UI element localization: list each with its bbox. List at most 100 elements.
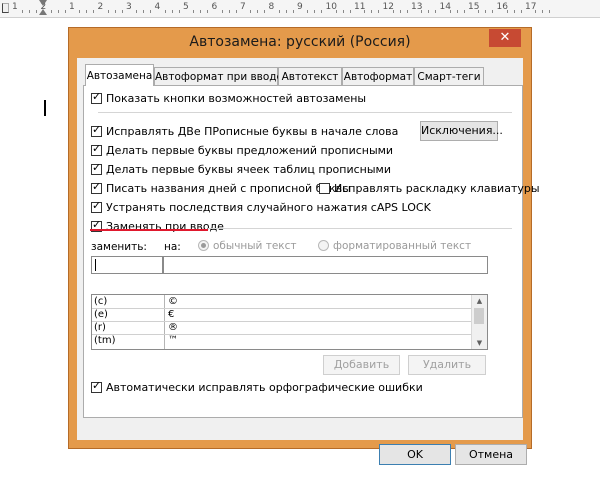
- checkbox-label: Автоматически исправлять орфографические…: [106, 381, 423, 394]
- tab-autotext[interactable]: Автотекст: [278, 67, 342, 85]
- radio-label: форматированный текст: [333, 240, 472, 252]
- ruler-tick: [485, 10, 487, 13]
- ruler-tick: [492, 10, 494, 13]
- ruler-number: 7: [240, 2, 246, 12]
- ruler-tick: [143, 10, 145, 13]
- replacement-list[interactable]: (c) © (e) € (r) ® (tm) ™ ▲ ▼: [91, 294, 488, 350]
- ruler-tick: [321, 10, 323, 13]
- divider: [208, 228, 512, 229]
- ok-button[interactable]: OK: [379, 444, 451, 465]
- checkbox-label: Устранять последствия случайного нажатия…: [106, 201, 431, 214]
- entry-to: ©: [168, 296, 178, 307]
- list-item[interactable]: (r) ®: [92, 321, 472, 335]
- ruler-tick: [285, 10, 287, 13]
- checkbox-label: Исправлять ДВе ПРописные буквы в начале …: [106, 125, 399, 138]
- ruler-tick: [335, 10, 337, 13]
- dialog-client: Автозамена Автоформат при вводе Автотекс…: [77, 58, 540, 465]
- ruler-tick: [178, 10, 180, 13]
- close-icon: ✕: [499, 30, 511, 45]
- checkbox-box: [91, 161, 102, 175]
- fix-keyboard-layout-checkbox[interactable]: Исправлять раскладку клавиатуры: [319, 182, 540, 195]
- capitalize-sentences-checkbox[interactable]: Делать первые буквы предложений прописны…: [91, 142, 394, 157]
- ruler-tick: [257, 10, 259, 13]
- checkbox-box: [91, 90, 102, 104]
- caps-lock-checkbox[interactable]: Устранять последствия случайного нажатия…: [91, 199, 431, 214]
- ruler-tick: [29, 10, 31, 13]
- show-buttons-checkbox[interactable]: Показать кнопки возможностей автозамены: [91, 90, 366, 105]
- ruler-tick: [392, 10, 394, 13]
- ruler-number: 4: [154, 2, 161, 12]
- ruler-tick: [64, 10, 66, 13]
- ruler-tick: [542, 10, 544, 13]
- radio-dot: [198, 240, 209, 251]
- checkbox-box: [91, 379, 102, 393]
- ruler-tick: [250, 10, 252, 13]
- indent-marker[interactable]: [39, 0, 47, 16]
- dialog-title: Автозамена: русский (Россия): [189, 34, 411, 50]
- ruler-tick: [235, 10, 237, 13]
- ruler-tick: [36, 10, 38, 13]
- divider: [98, 112, 512, 113]
- tab-smart-tags[interactable]: Смарт-теги: [414, 67, 484, 85]
- entry-from: (e): [94, 309, 108, 320]
- tab-autocorrect[interactable]: Автозамена: [85, 64, 154, 86]
- ruler-tick: [371, 10, 373, 13]
- scroll-down-icon[interactable]: ▼: [472, 337, 487, 349]
- two-initial-caps-checkbox[interactable]: Исправлять ДВе ПРописные буквы в начале …: [91, 123, 399, 138]
- scroll-up-icon[interactable]: ▲: [472, 295, 487, 307]
- replace-as-you-type-checkbox[interactable]: Заменять при вводе: [91, 218, 224, 233]
- capitalize-days-checkbox[interactable]: Писать названия дней с прописной буквы: [91, 180, 351, 195]
- ruler-number: 3: [126, 2, 132, 12]
- delete-button[interactable]: Удалить: [408, 355, 486, 375]
- ruler-tick: [435, 10, 437, 13]
- ruler-tick: [292, 10, 294, 13]
- ruler-number: 8: [268, 2, 275, 12]
- entry-from: (r): [94, 322, 106, 333]
- replace-label: заменить:: [91, 241, 147, 253]
- tab-autoformat[interactable]: Автоформат: [342, 67, 414, 85]
- ruler-tick: [193, 10, 195, 13]
- ruler-tick: [57, 10, 59, 13]
- ruler-tick: [107, 10, 109, 13]
- ruler-tick: [456, 10, 458, 13]
- exceptions-button[interactable]: Исключения...: [420, 121, 503, 141]
- ruler-tick: [164, 10, 166, 13]
- title-bar[interactable]: Автозамена: русский (Россия) ✕: [69, 28, 531, 58]
- formatted-text-radio[interactable]: форматированный текст: [318, 240, 471, 252]
- checkbox-label: Делать первые буквы предложений прописны…: [106, 144, 394, 157]
- list-item[interactable]: (c) ©: [92, 295, 472, 309]
- list-item[interactable]: (e) €: [92, 308, 472, 322]
- checkbox-box: [91, 180, 102, 194]
- ruler-tick: [349, 10, 351, 13]
- ruler-tick: [478, 10, 480, 13]
- ruler-tick: [406, 10, 408, 13]
- plain-text-radio[interactable]: обычный текст: [198, 240, 297, 252]
- ruler-tick: [307, 10, 309, 13]
- ruler-tick: [264, 10, 266, 13]
- list-scrollbar[interactable]: ▲ ▼: [471, 295, 487, 349]
- cancel-button[interactable]: Отмена: [455, 444, 527, 465]
- tab-autoformat-as-you-type[interactable]: Автоформат при вводе: [154, 67, 283, 85]
- scroll-thumb[interactable]: [474, 308, 484, 324]
- ruler-tick: [150, 10, 152, 13]
- ruler-tick: [50, 10, 52, 13]
- horizontal-ruler[interactable]: 1 2 1 2 3 4 5 6 7 8 9 10 11 12 13 14 15 16 17: [0, 0, 600, 18]
- ruler-tick: [342, 10, 344, 13]
- entry-to: ™: [168, 335, 178, 346]
- ruler-tick: [221, 10, 223, 13]
- capitalize-table-cells-checkbox[interactable]: Делать первые буквы ячеек таблиц прописн…: [91, 161, 391, 176]
- checkbox-box: [319, 183, 330, 194]
- close-button[interactable]: ✕: [489, 29, 521, 47]
- replace-input[interactable]: [91, 256, 163, 274]
- with-input[interactable]: [163, 256, 488, 274]
- entry-to: ®: [168, 322, 178, 333]
- checkbox-label: Исправлять раскладку клавиатуры: [334, 182, 540, 195]
- spellcheck-checkbox[interactable]: Автоматически исправлять орфографические…: [91, 379, 423, 394]
- list-item[interactable]: (tm) ™: [92, 334, 472, 347]
- checkbox-box: [91, 123, 102, 137]
- ruler-number: 2: [97, 2, 104, 12]
- add-button[interactable]: Добавить: [323, 355, 400, 375]
- autocorrect-dialog: Автозамена: русский (Россия) ✕ Автозамен…: [68, 27, 540, 465]
- ruler-tab-stop[interactable]: [2, 3, 9, 13]
- ruler-marks: 1 2 1 2 3 4 5 6 7 8 9 10 11 12 13 14 15 16 17: [0, 0, 600, 17]
